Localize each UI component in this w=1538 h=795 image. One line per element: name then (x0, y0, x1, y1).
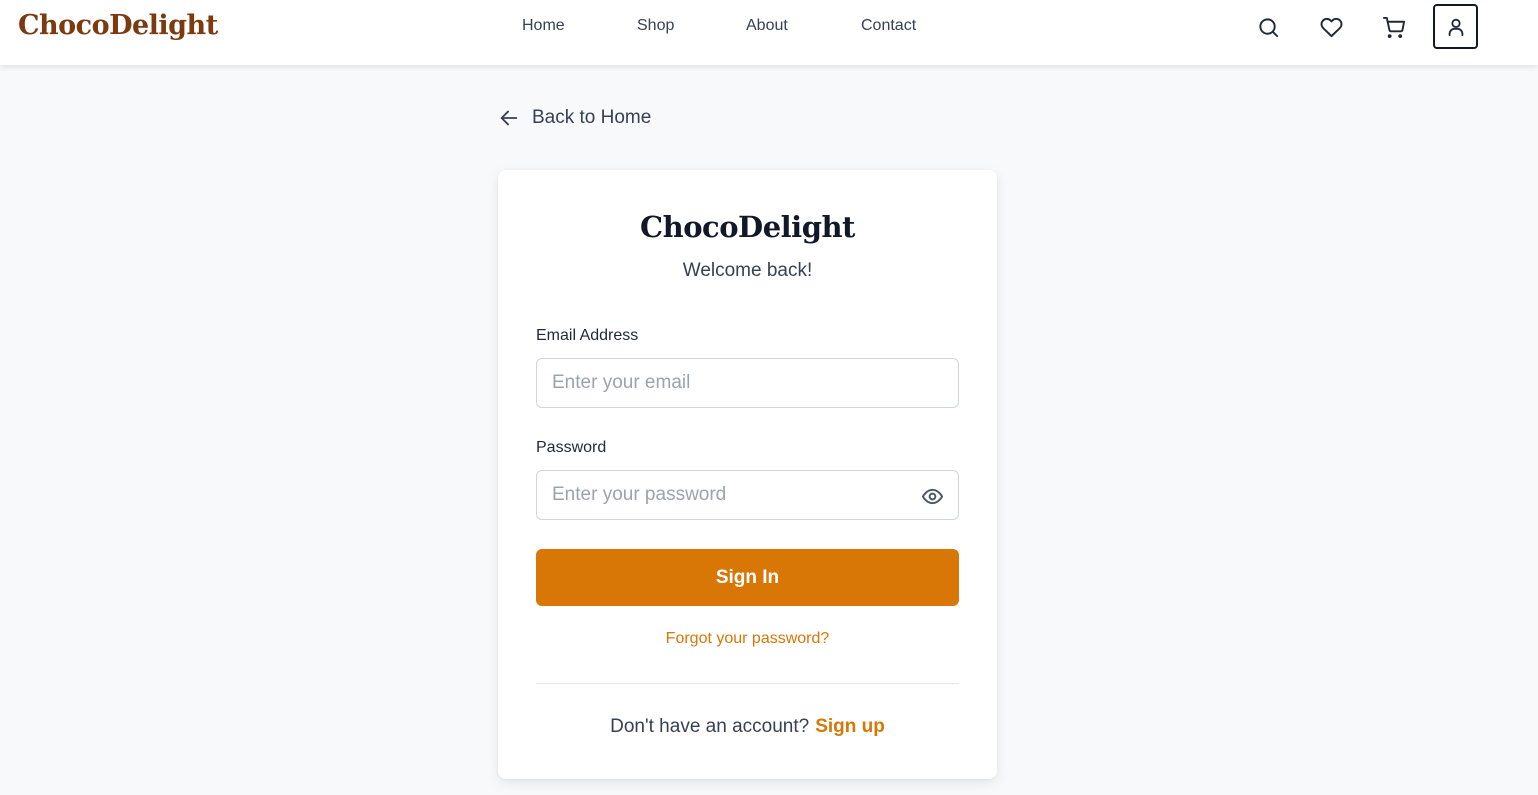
top-navbar: ChocoDelight Home Shop About Contact (0, 0, 1538, 65)
password-field[interactable] (537, 471, 958, 519)
heart-icon[interactable] (1318, 14, 1344, 40)
email-field[interactable] (537, 359, 958, 407)
nav-link-about[interactable]: About (746, 17, 788, 35)
back-to-home-link[interactable]: Back to Home (498, 105, 651, 131)
password-field-wrapper (536, 470, 959, 520)
card-subtitle: Welcome back! (682, 260, 813, 281)
nav-link-contact[interactable]: Contact (861, 17, 916, 35)
search-icon[interactable] (1255, 14, 1281, 40)
email-field-wrapper (536, 358, 959, 408)
login-card: ChocoDelight Welcome back! Email Address… (498, 170, 997, 779)
password-label: Password (536, 439, 607, 456)
user-icon (1448, 18, 1463, 36)
forgot-password-link[interactable]: Forgot your password? (498, 630, 997, 648)
eye-icon[interactable] (919, 483, 945, 509)
account-button[interactable] (1433, 4, 1478, 49)
cart-icon[interactable] (1380, 14, 1406, 40)
arrow-left-icon (500, 110, 518, 126)
nav-link-shop[interactable]: Shop (637, 17, 674, 35)
signup-row: Don't have an account? Sign up (498, 716, 997, 738)
back-link-label: Back to Home (532, 107, 652, 128)
email-label: Email Address (536, 327, 639, 344)
nav-link-home[interactable]: Home (522, 17, 565, 35)
signup-prompt: Don't have an account? (610, 716, 810, 737)
sign-in-button[interactable]: Sign In (536, 549, 959, 606)
card-title: ChocoDelight (640, 210, 855, 244)
divider (536, 683, 959, 684)
main-nav: Home Shop About Contact (0, 17, 1538, 37)
sign-up-link[interactable]: Sign up (815, 716, 885, 737)
